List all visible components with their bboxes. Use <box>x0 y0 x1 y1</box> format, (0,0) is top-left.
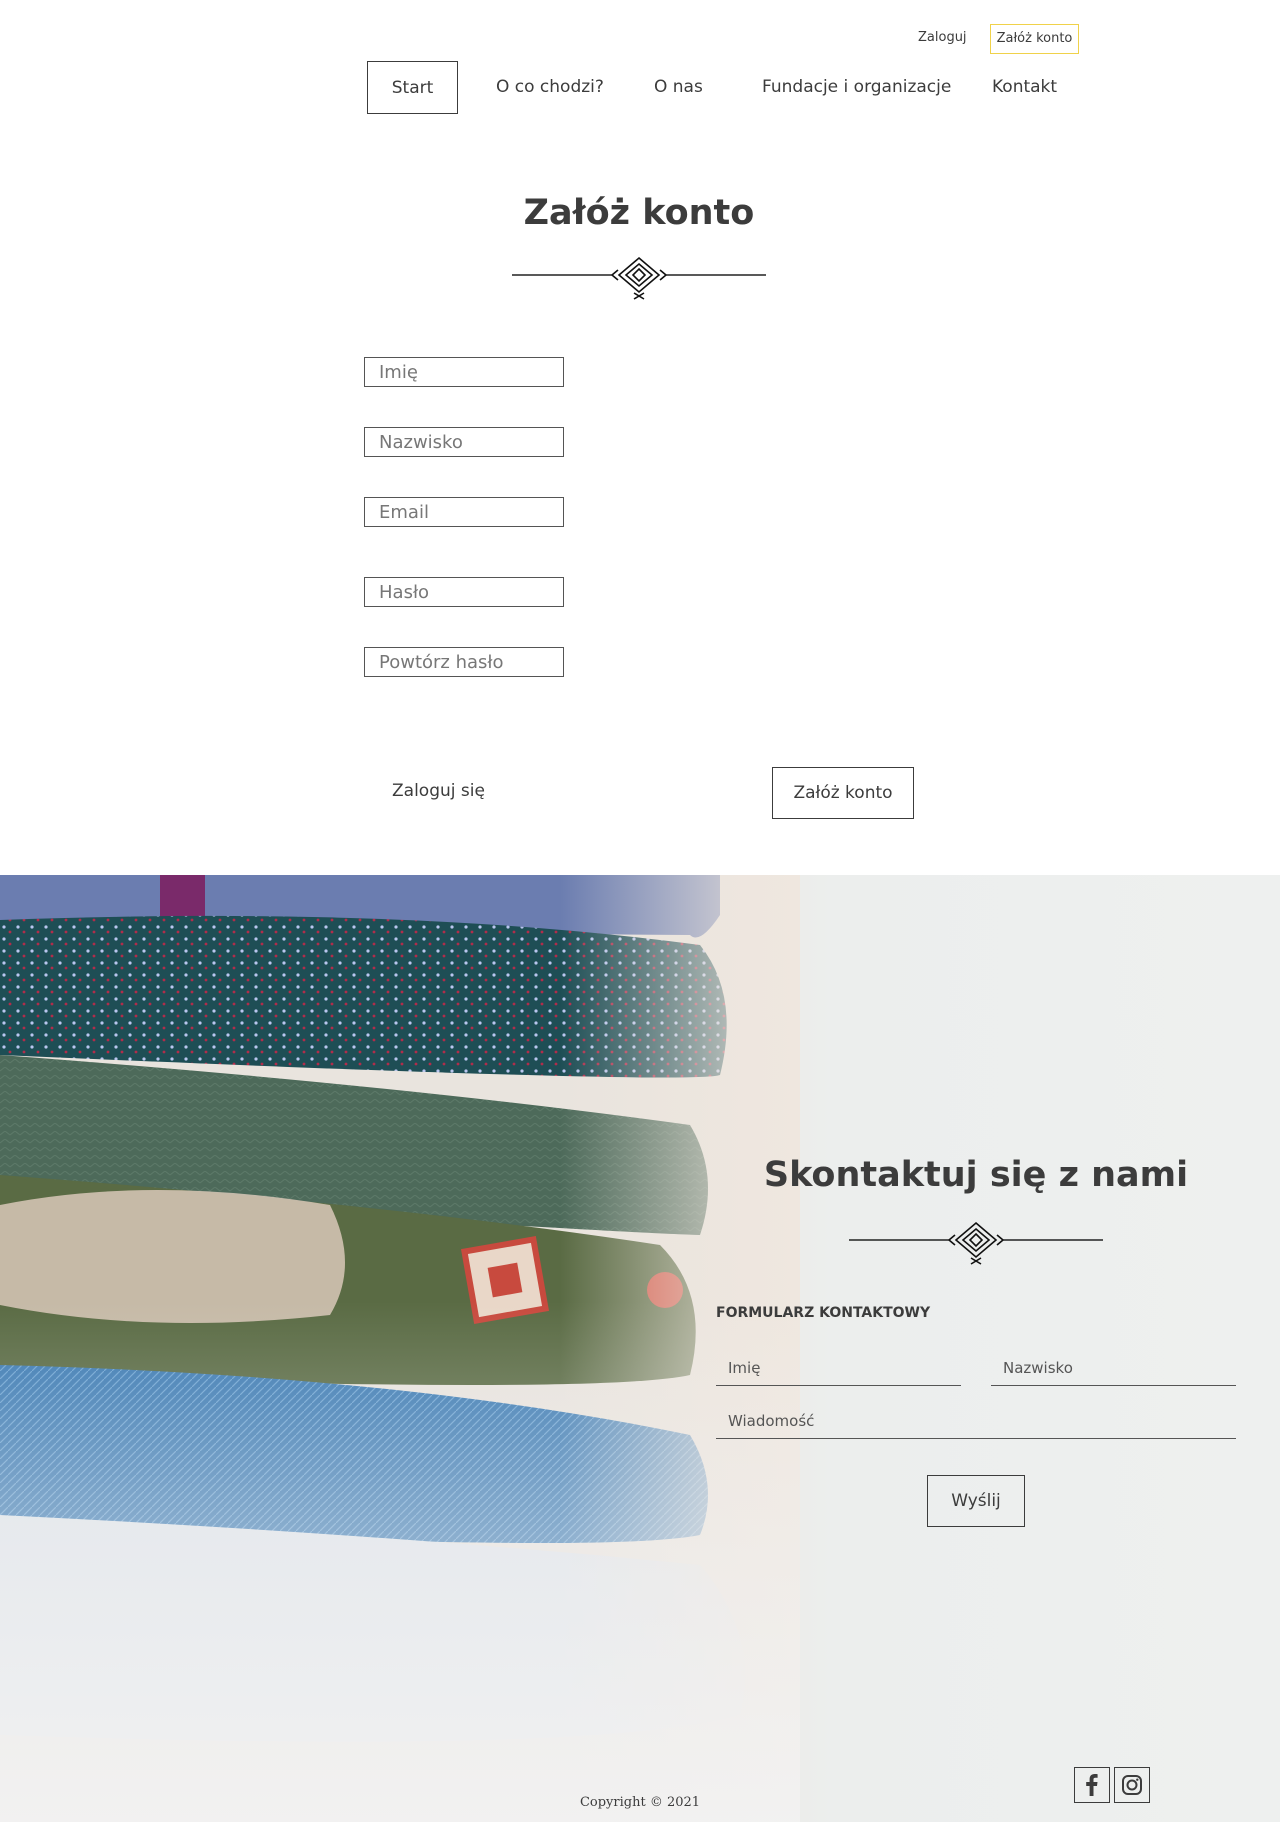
folded-sweaters-image <box>0 875 800 1822</box>
page-title: Załóż konto <box>523 193 755 233</box>
nav-item-about-us[interactable]: O nas <box>654 61 703 114</box>
first-name-field[interactable] <box>364 357 564 387</box>
contact-first-name-field[interactable] <box>716 1350 961 1386</box>
register-submit-button[interactable]: Załóż konto <box>772 767 914 819</box>
password-field[interactable] <box>364 577 564 607</box>
contact-form-title: FORMULARZ KONTAKTOWY <box>716 1305 931 1321</box>
last-name-field[interactable] <box>364 427 564 457</box>
contact-last-name-field[interactable] <box>991 1350 1236 1386</box>
contact-title: Skontaktuj się z nami <box>763 1155 1189 1195</box>
facebook-icon[interactable] <box>1074 1767 1110 1803</box>
login-link[interactable]: Zaloguj <box>918 24 967 54</box>
instagram-icon[interactable] <box>1114 1767 1150 1803</box>
email-field[interactable] <box>364 497 564 527</box>
contact-section: Skontaktuj się z nami FORMULARZ KONTAKTO… <box>0 875 1280 1822</box>
contact-ornament-divider-icon <box>849 1221 1103 1265</box>
contact-send-button[interactable]: Wyślij <box>927 1475 1025 1527</box>
login-link-bottom[interactable]: Zaloguj się <box>392 781 485 801</box>
contact-message-field[interactable] <box>716 1403 1236 1439</box>
password-repeat-field[interactable] <box>364 647 564 677</box>
nav-item-about-idea[interactable]: O co chodzi? <box>496 61 604 114</box>
nav-item-start[interactable]: Start <box>367 61 458 114</box>
nav-item-foundations[interactable]: Fundacje i organizacje <box>762 61 951 114</box>
register-link[interactable]: Załóż konto <box>990 24 1079 54</box>
nav-item-contact[interactable]: Kontakt <box>992 61 1057 114</box>
ornament-divider-icon <box>512 256 766 300</box>
